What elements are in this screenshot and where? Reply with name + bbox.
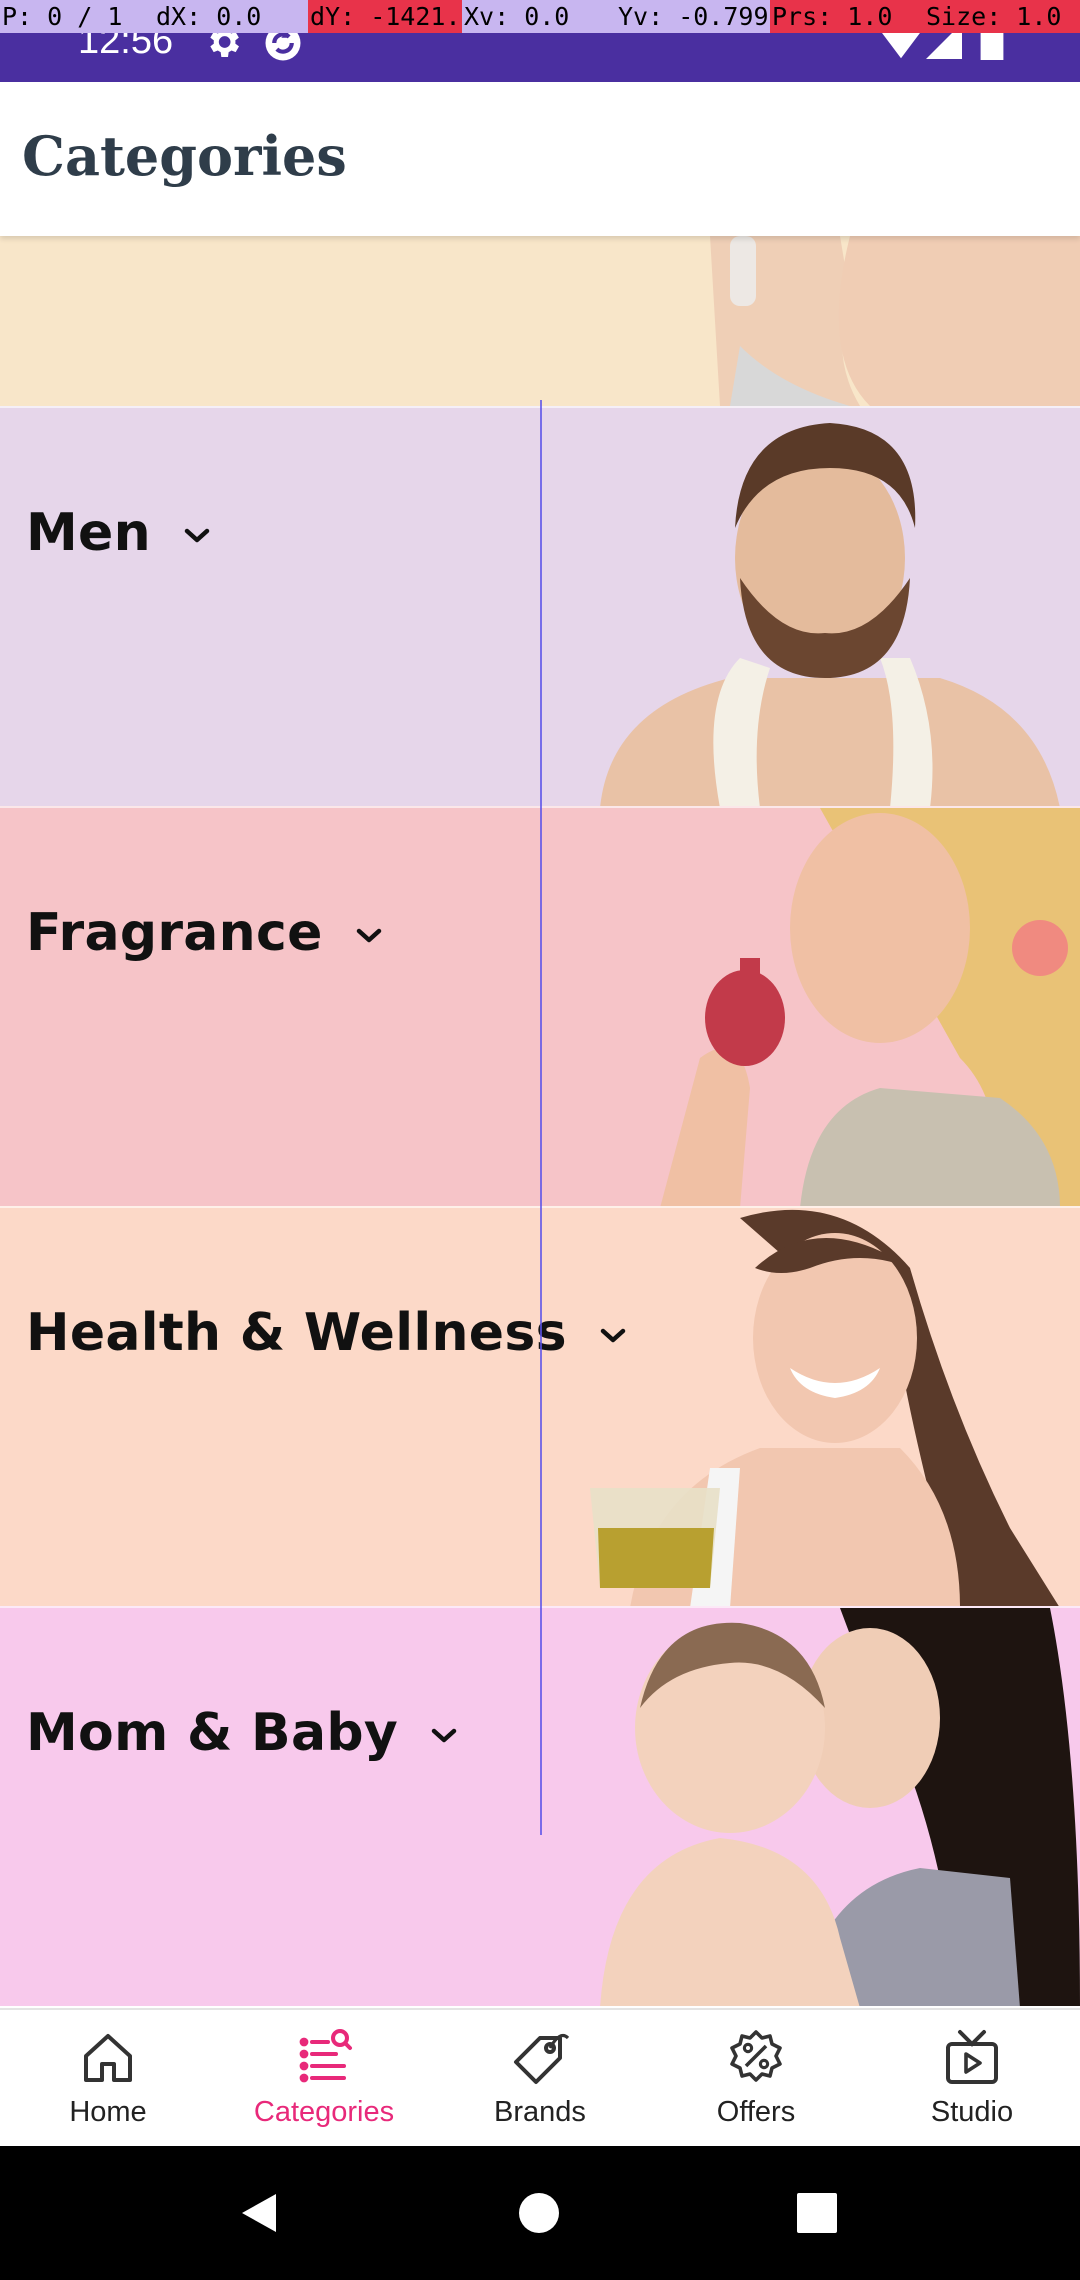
category-photo-partial xyxy=(710,236,1080,406)
category-photo-men xyxy=(600,423,1060,806)
nav-offers[interactable]: Offers xyxy=(648,2010,864,2146)
category-name: Health & Wellness xyxy=(26,1303,567,1363)
nav-home[interactable]: Home xyxy=(0,2010,216,2146)
debug-yv: Yv: -0.799 xyxy=(616,0,770,33)
chevron-down-icon xyxy=(356,928,382,943)
categories-icon xyxy=(299,2029,352,2083)
category-label[interactable]: Mom & Baby xyxy=(26,1703,458,1763)
chevron-down-icon xyxy=(432,1728,457,1743)
category-label[interactable]: Men xyxy=(26,503,211,563)
debug-size: Size: 1.0 xyxy=(924,0,1080,33)
nav-studio[interactable]: Studio xyxy=(864,2010,1080,2146)
home-icon xyxy=(84,2034,132,2082)
category-name: Mom & Baby xyxy=(26,1703,399,1763)
home-circle-icon[interactable] xyxy=(517,2191,561,2235)
category-name: Men xyxy=(26,503,151,563)
category-photo-mom-baby xyxy=(600,1608,1080,2006)
debug-dx: dX: 0.0 xyxy=(154,0,308,33)
chevron-down-icon xyxy=(185,528,210,543)
back-icon[interactable] xyxy=(236,2190,282,2236)
app-header: Categories xyxy=(0,82,1080,236)
nav-label: Categories xyxy=(253,2096,395,2128)
debug-prs: Prs: 1.0 xyxy=(770,0,924,33)
recents-icon[interactable] xyxy=(797,2193,837,2233)
nav-label: Home xyxy=(69,2096,147,2128)
tv-play-icon xyxy=(946,2030,998,2084)
debug-dy: dY: -1421.0 xyxy=(308,0,462,33)
nav-label: Offers xyxy=(716,2096,796,2128)
category-label[interactable]: Fragrance xyxy=(26,903,383,963)
pointer-location-overlay: P: 0 / 1 dX: 0.0 dY: -1421.0 Xv: 0.0 Yv:… xyxy=(0,0,1080,33)
debug-pointer: P: 0 / 1 xyxy=(0,0,154,33)
nav-brands[interactable]: Brands xyxy=(432,2010,648,2146)
debug-xv: Xv: 0.0 xyxy=(462,0,616,33)
discount-icon xyxy=(730,2030,782,2082)
category-label[interactable]: Health & Wellness xyxy=(26,1303,627,1363)
debug-guide-line xyxy=(540,400,542,1835)
nav-label: Studio xyxy=(930,2096,1014,2128)
bottom-nav: Home Categories Brands Offers Studio xyxy=(0,2008,1080,2146)
category-photo-health xyxy=(590,1209,1059,1606)
category-banner-partial[interactable] xyxy=(0,236,1080,406)
category-name: Fragrance xyxy=(26,903,323,963)
system-nav-bar xyxy=(0,2146,1080,2280)
page-title: Categories xyxy=(22,124,347,188)
category-photo-fragrance xyxy=(660,808,1080,1206)
nav-categories[interactable]: Categories xyxy=(216,2010,432,2146)
tag-icon xyxy=(514,2034,570,2084)
nav-label: Brands xyxy=(494,2096,586,2128)
